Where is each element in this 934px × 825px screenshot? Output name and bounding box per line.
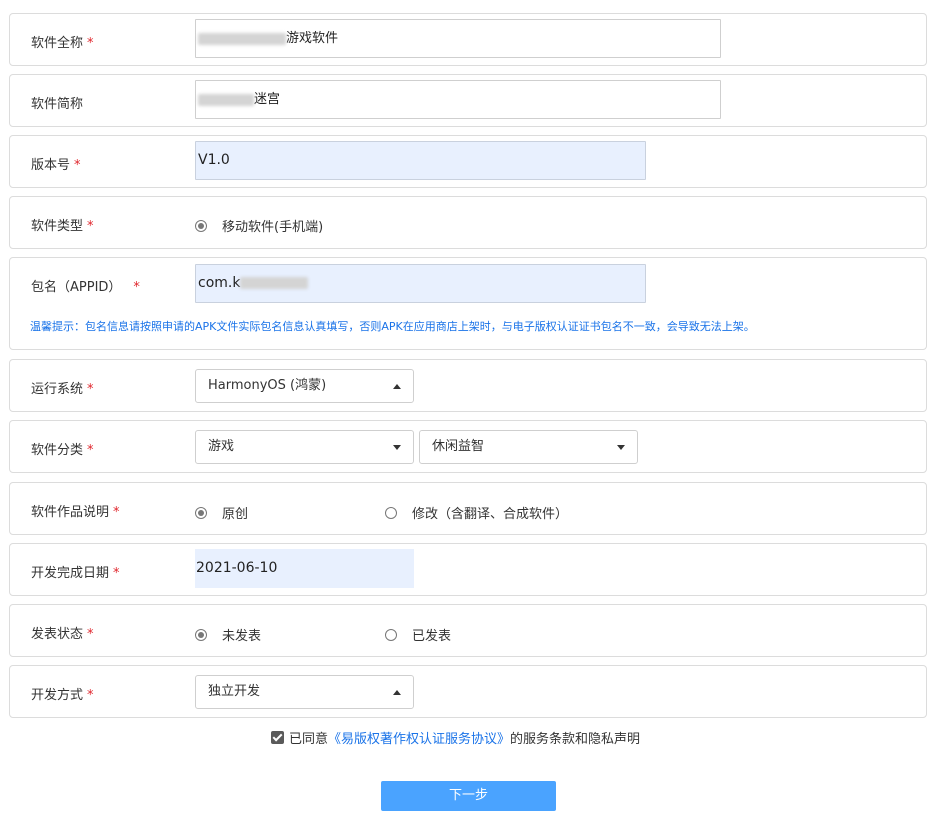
required-mark: * bbox=[87, 627, 94, 642]
short-name-input[interactable]: 迷宫 bbox=[195, 80, 721, 119]
package-name-hint: 温馨提示：包名信息请按照申请的APK文件实际包名信息认真填写，否则APK在应用商… bbox=[30, 320, 755, 333]
version-input[interactable]: V1.0 bbox=[195, 141, 646, 180]
required-mark: * bbox=[113, 566, 120, 581]
package-name-label: 包名（APPID） * bbox=[31, 280, 140, 295]
dev-mode-label: 开发方式 * bbox=[31, 688, 94, 703]
category-primary-select[interactable]: 游戏 bbox=[195, 430, 414, 464]
required-mark: * bbox=[113, 505, 120, 520]
radio-label-modified: 修改（含翻译、合成软件） bbox=[412, 507, 569, 522]
package-name-input[interactable]: com.k bbox=[195, 264, 646, 303]
caret-up-icon bbox=[393, 384, 401, 389]
work-original-radio[interactable]: 原创 bbox=[195, 503, 248, 522]
agreement-link[interactable]: 《易版权著作权认证服务协议》 bbox=[328, 728, 510, 747]
required-mark: * bbox=[133, 280, 140, 295]
caret-down-icon bbox=[617, 445, 625, 450]
os-select[interactable]: HarmonyOS (鸿蒙) bbox=[195, 369, 414, 403]
required-mark: * bbox=[87, 382, 94, 397]
required-mark: * bbox=[87, 36, 94, 51]
dev-mode-select[interactable]: 独立开发 bbox=[195, 675, 414, 709]
radio-label-unpublished: 未发表 bbox=[222, 629, 262, 644]
category-label: 软件分类 * bbox=[31, 443, 94, 458]
row-category: 软件分类 * 游戏 休闲益智 bbox=[9, 420, 927, 473]
radio-mobile-checked[interactable] bbox=[195, 219, 207, 232]
caret-down-icon bbox=[393, 445, 401, 450]
agreement-row: 已同意 《易版权著作权认证服务协议》 的服务条款和隐私声明 bbox=[271, 728, 640, 747]
finish-date-input[interactable]: 2021-06-10 bbox=[195, 549, 414, 588]
radio-unpublished-checked[interactable] bbox=[195, 628, 207, 641]
publish-status-label: 发表状态 * bbox=[31, 627, 94, 642]
row-package-name: 包名（APPID） * com.k 温馨提示：包名信息请按照申请的APK文件实际包… bbox=[9, 257, 927, 350]
row-os: 运行系统 * HarmonyOS (鸿蒙) bbox=[9, 359, 927, 412]
software-type-label: 软件类型 * bbox=[31, 219, 94, 234]
software-type-radio[interactable]: 移动软件(手机端) bbox=[195, 216, 323, 235]
caret-up-icon bbox=[393, 690, 401, 695]
redacted-text bbox=[198, 93, 254, 106]
row-work-desc: 软件作品说明 * 原创 修改（含翻译、合成软件） bbox=[9, 482, 927, 535]
row-software-type: 软件类型 * 移动软件(手机端) bbox=[9, 196, 927, 249]
redacted-text bbox=[198, 32, 286, 45]
os-label: 运行系统 * bbox=[31, 382, 94, 397]
required-mark: * bbox=[87, 219, 94, 234]
required-mark: * bbox=[87, 688, 94, 703]
radio-label-mobile: 移动软件(手机端) bbox=[222, 220, 324, 235]
required-mark: * bbox=[74, 158, 81, 173]
publish-unpublished-radio[interactable]: 未发表 bbox=[195, 625, 261, 644]
full-name-label: 软件全称 * bbox=[31, 36, 94, 51]
category-secondary-select[interactable]: 休闲益智 bbox=[419, 430, 638, 464]
version-label: 版本号 * bbox=[31, 158, 81, 173]
publish-published-radio[interactable]: 已发表 bbox=[385, 625, 451, 644]
next-step-button[interactable]: 下一步 bbox=[381, 781, 556, 811]
row-full-name: 软件全称 * 游戏软件 bbox=[9, 13, 927, 66]
radio-modified[interactable] bbox=[385, 506, 397, 519]
agreement-suffix: 的服务条款和隐私声明 bbox=[510, 732, 641, 747]
finish-date-label: 开发完成日期 * bbox=[31, 566, 120, 581]
required-mark: * bbox=[87, 443, 94, 458]
short-name-label: 软件简称 bbox=[31, 97, 84, 112]
row-dev-mode: 开发方式 * 独立开发 bbox=[9, 665, 927, 718]
row-version: 版本号 * V1.0 bbox=[9, 135, 927, 188]
row-publish-status: 发表状态 * 未发表 已发表 bbox=[9, 604, 927, 657]
work-modified-radio[interactable]: 修改（含翻译、合成软件） bbox=[385, 503, 568, 522]
full-name-input[interactable]: 游戏软件 bbox=[195, 19, 721, 58]
work-desc-label: 软件作品说明 * bbox=[31, 505, 120, 520]
radio-original-checked[interactable] bbox=[195, 506, 207, 519]
radio-label-original: 原创 bbox=[222, 507, 249, 522]
row-short-name: 软件简称 迷宫 bbox=[9, 74, 927, 127]
agreement-prefix: 已同意 bbox=[289, 732, 329, 747]
agreement-checkbox[interactable] bbox=[271, 731, 284, 744]
redacted-text bbox=[240, 277, 309, 289]
radio-published[interactable] bbox=[385, 628, 397, 641]
radio-label-published: 已发表 bbox=[412, 629, 452, 644]
row-finish-date: 开发完成日期 * 2021-06-10 bbox=[9, 543, 927, 596]
